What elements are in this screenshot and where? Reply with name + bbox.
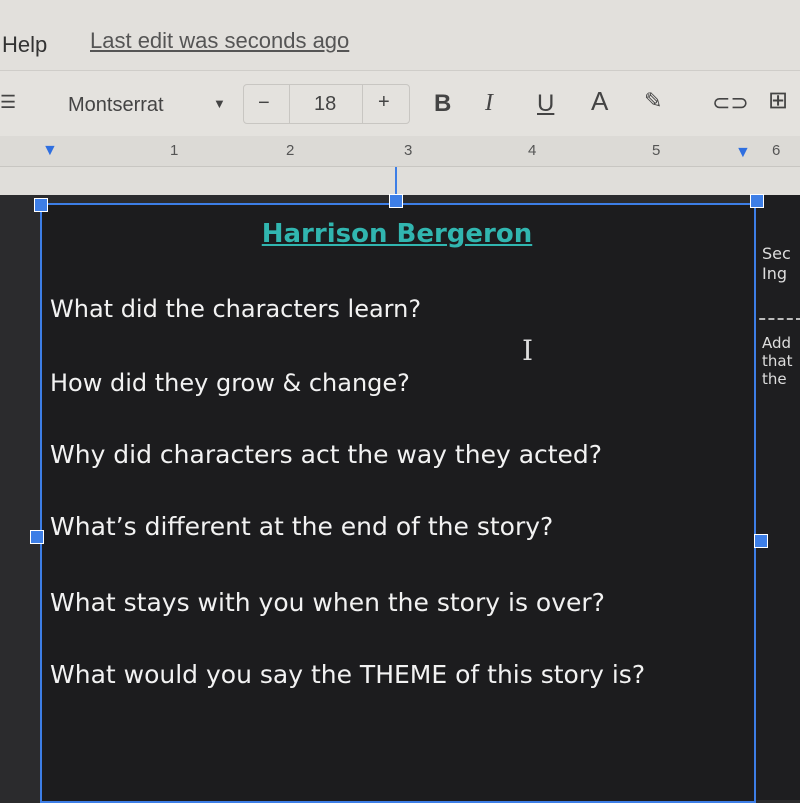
font-select[interactable]: Montserrat	[68, 94, 164, 117]
ruler-mark: 2	[286, 142, 295, 159]
ruler-mark: 4	[528, 142, 537, 159]
last-edit-link[interactable]: Last edit was seconds ago	[90, 28, 349, 54]
italic-button[interactable]: I	[485, 90, 493, 117]
increase-font-button[interactable]: +	[378, 91, 390, 114]
page-top-margin	[0, 167, 800, 195]
resize-handle-top-left[interactable]	[34, 198, 48, 212]
question: What would you say the THEME of this sto…	[50, 660, 646, 689]
right-indent-marker[interactable]: ▼	[735, 144, 751, 162]
text-color-button[interactable]: A	[591, 86, 608, 117]
document-title: Harrison Bergeron	[261, 219, 533, 249]
ruler-mark: 6	[772, 142, 781, 159]
resize-handle-top-right[interactable]	[750, 194, 764, 208]
question: What did the characters learn?	[50, 295, 422, 323]
side-text-2: Add that the	[762, 334, 793, 388]
selected-text-box[interactable]: Harrison Bergeron What did the character…	[40, 203, 756, 803]
decrease-font-button[interactable]: −	[258, 92, 270, 115]
ruler[interactable]	[0, 136, 800, 167]
side-textbox-border	[750, 318, 800, 802]
ruler-mark: 5	[652, 142, 661, 159]
highlighter-icon[interactable]: ✎	[644, 88, 662, 114]
side-text-1: Sec Ing	[762, 244, 791, 283]
checklist-icon[interactable]: ☰	[0, 92, 16, 113]
left-indent-marker[interactable]: ▼	[42, 142, 58, 160]
resize-handle-left[interactable]	[30, 530, 44, 544]
rotate-handle-line	[395, 167, 397, 195]
question: What’s different at the end of the story…	[50, 512, 554, 541]
resize-handle-right[interactable]	[754, 534, 768, 548]
add-comment-icon[interactable]: ⊞	[768, 86, 788, 115]
ruler-mark: 3	[404, 142, 413, 159]
chevron-down-icon[interactable]: ▼	[213, 96, 226, 111]
bold-button[interactable]: B	[434, 90, 451, 118]
font-size-input[interactable]: 18	[314, 93, 336, 116]
text-cursor-icon: I	[522, 334, 534, 367]
link-icon[interactable]: ⊂⊃	[712, 90, 749, 116]
question: How did they grow & change?	[50, 369, 410, 397]
question: Why did characters act the way they acte…	[50, 440, 603, 469]
question: What stays with you when the story is ov…	[50, 588, 605, 617]
menu-help[interactable]: Help	[2, 32, 47, 58]
resize-handle-top[interactable]	[389, 194, 403, 208]
underline-button[interactable]: U	[537, 90, 554, 118]
ruler-mark: 1	[170, 142, 179, 159]
